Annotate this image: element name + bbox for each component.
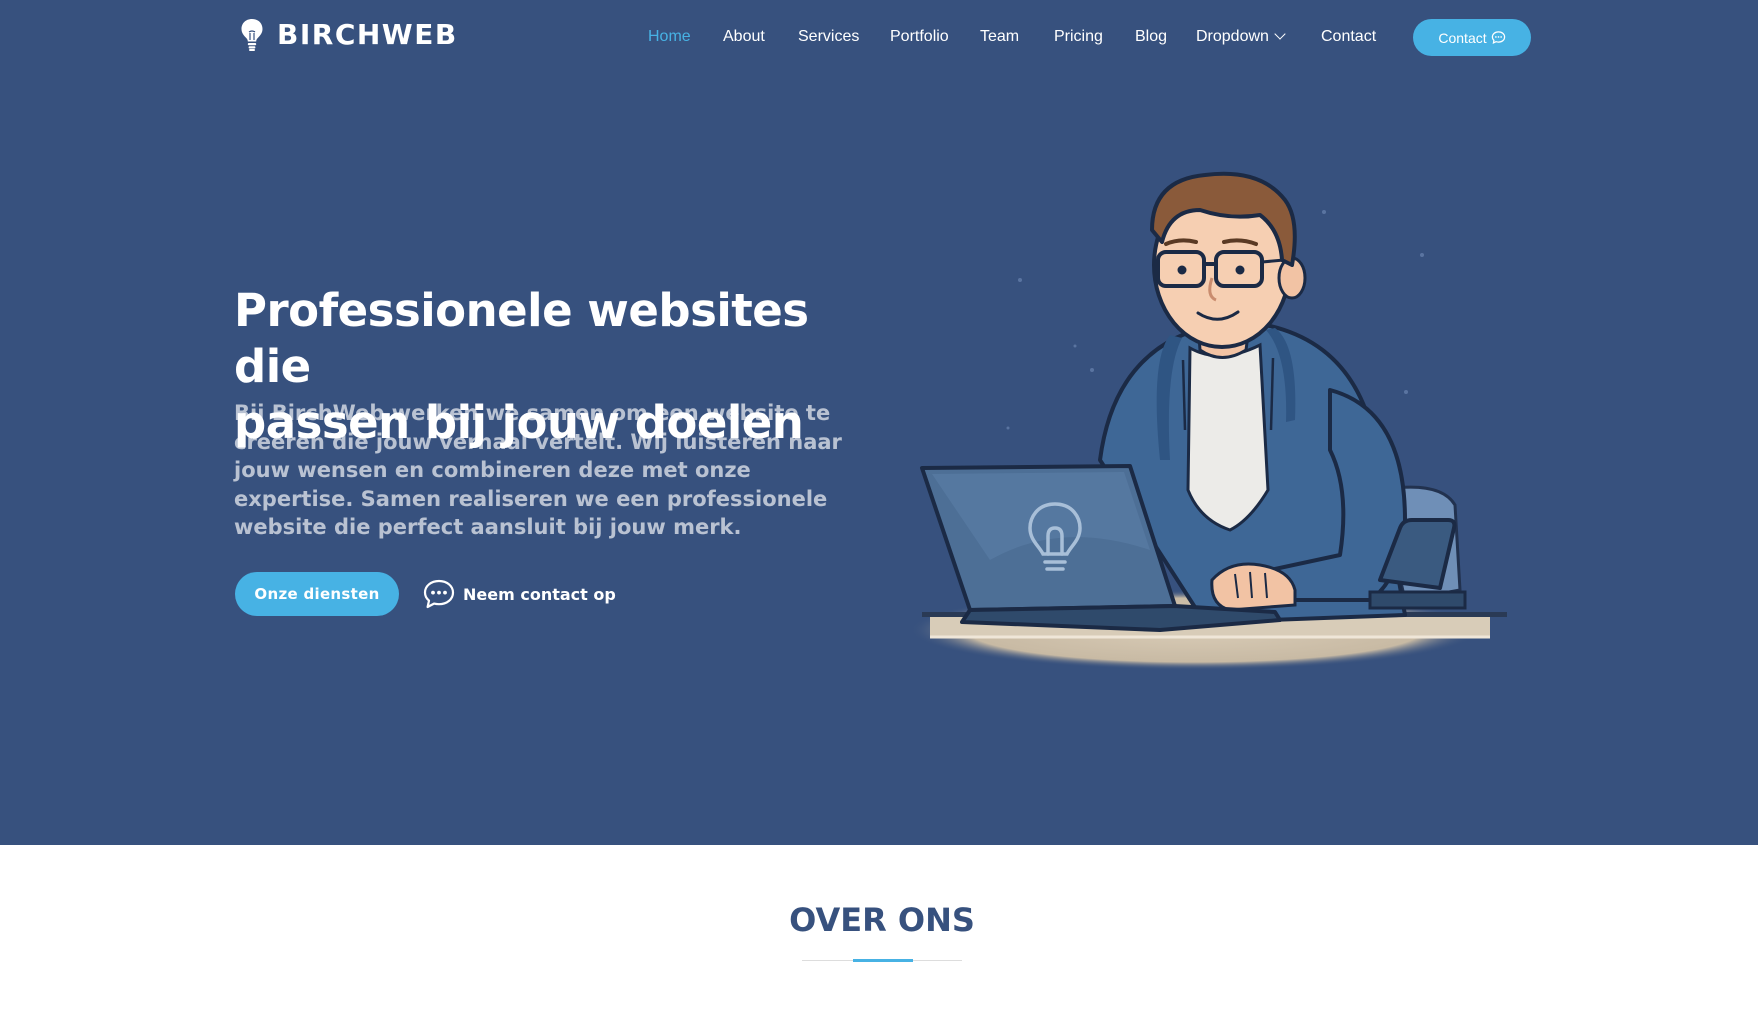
nav-services[interactable]: Services [798, 26, 859, 48]
contact-button[interactable]: Contact [1413, 19, 1531, 56]
nav-about[interactable]: About [723, 26, 765, 48]
hero-title-line-1: Professionele websites die [234, 284, 809, 393]
lightbulb-icon [241, 19, 263, 51]
nav-dropdown-label: Dropdown [1196, 28, 1269, 45]
brand-name: BIRCHWEB [277, 18, 458, 51]
chat-icon [1491, 31, 1505, 44]
our-services-button[interactable]: Onze diensten [235, 572, 399, 616]
contact-button-label: Contact [1438, 29, 1487, 46]
title-divider-accent [853, 959, 913, 962]
nav-pricing[interactable]: Pricing [1054, 26, 1103, 48]
nav-home[interactable]: Home [648, 26, 691, 48]
hero-section: BIRCHWEB Home About Services Portfolio T… [0, 0, 1758, 845]
nav-blog[interactable]: Blog [1135, 26, 1167, 48]
contact-us-link[interactable]: Neem contact op [422, 577, 616, 611]
nav-contact[interactable]: Contact [1321, 26, 1376, 48]
nav-dropdown[interactable]: Dropdown [1196, 26, 1286, 48]
nav-portfolio[interactable]: Portfolio [890, 26, 949, 48]
chat-icon [423, 579, 455, 609]
contact-us-label: Neem contact op [463, 584, 616, 604]
nav-team[interactable]: Team [980, 26, 1019, 48]
hero-subtitle: Bij BirchWeb werken we samen om een webs… [234, 401, 842, 539]
chevron-down-icon [1274, 28, 1286, 40]
hero-illustration [910, 171, 1507, 670]
about-section-title: OVER ONS [789, 901, 975, 939]
brand-logo[interactable]: BIRCHWEB [240, 18, 458, 52]
